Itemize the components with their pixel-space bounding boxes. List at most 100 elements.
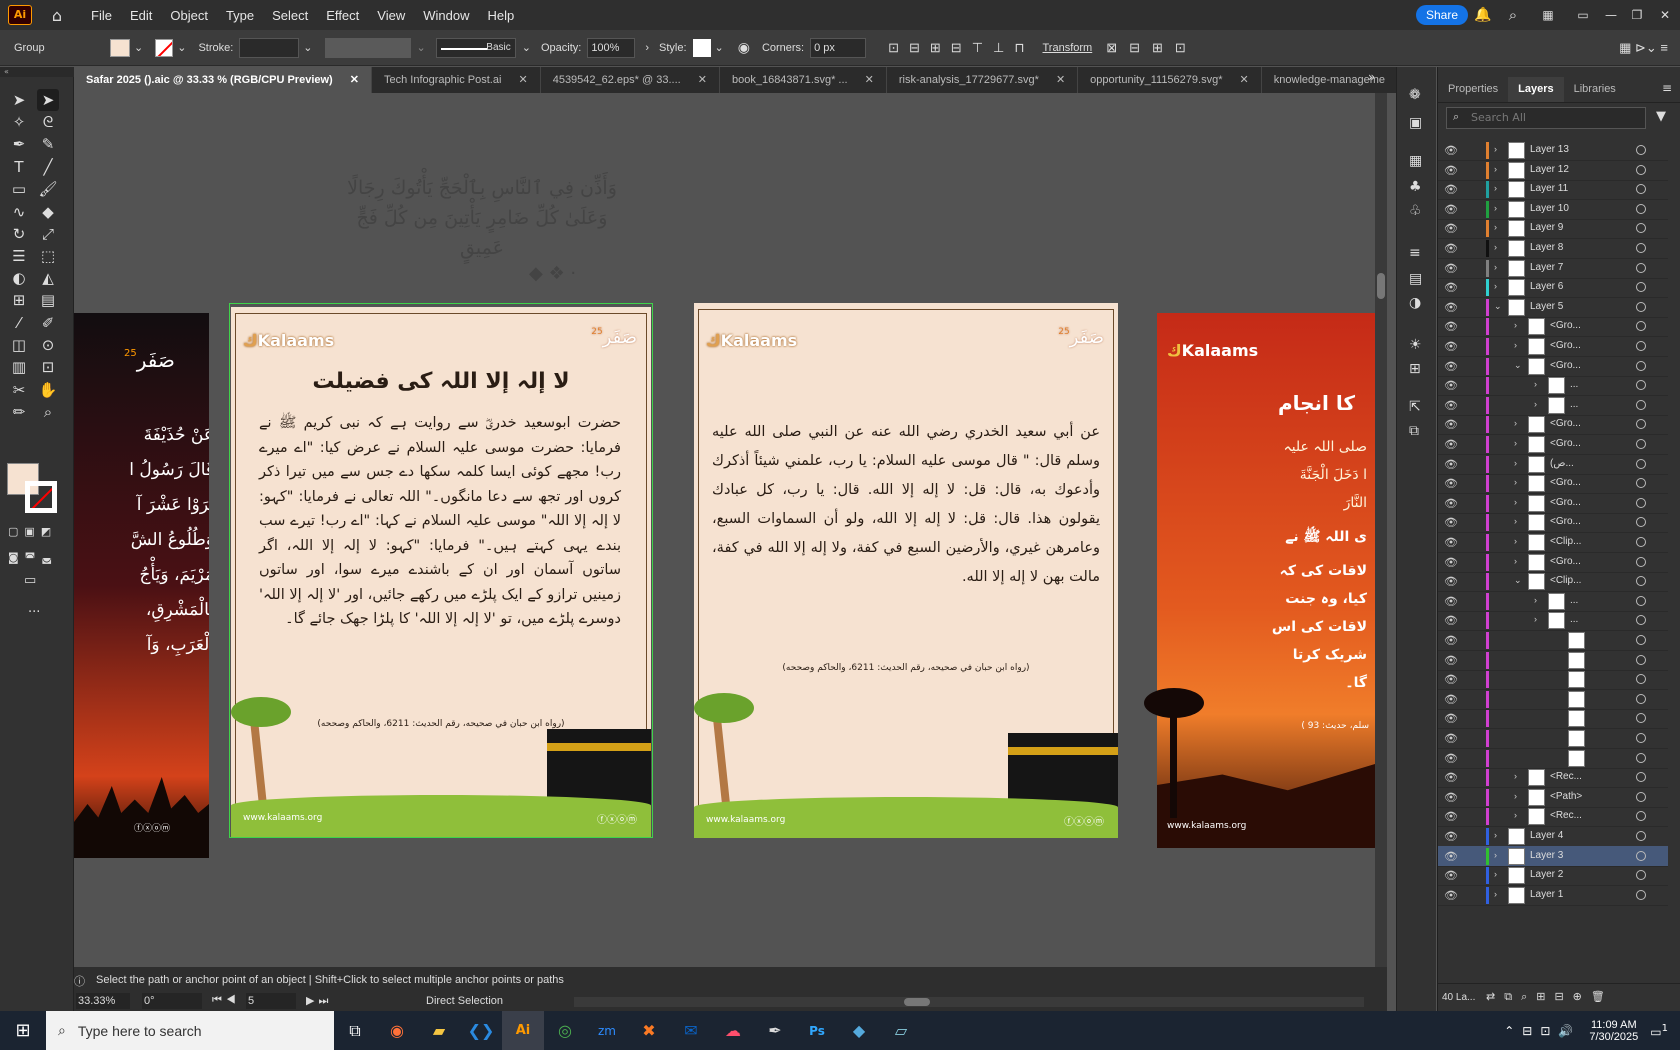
free-transform-icon[interactable]: ⬚ bbox=[37, 245, 59, 267]
visibility-eye-icon[interactable]: 👁 bbox=[1444, 673, 1458, 686]
magic-wand-icon[interactable]: ✧ bbox=[8, 111, 30, 133]
artboard-field[interactable]: 5 bbox=[246, 993, 296, 1009]
target-circle-icon[interactable] bbox=[1636, 595, 1646, 606]
document-tab[interactable]: 4539542_62.eps* @ 33.... ✕ bbox=[541, 67, 720, 93]
layer-row[interactable]: 👁 › <Path> bbox=[1438, 787, 1668, 808]
stroke-swatch[interactable] bbox=[155, 38, 174, 57]
chevron-down-icon[interactable]: ⌄ bbox=[134, 41, 143, 54]
target-circle-icon[interactable] bbox=[1636, 517, 1646, 528]
visibility-eye-icon[interactable]: 👁 bbox=[1444, 144, 1458, 157]
layer-row[interactable]: 👁 bbox=[1438, 669, 1668, 691]
layer-row[interactable]: 👁 › <Gro... bbox=[1438, 336, 1668, 357]
chevron-right-icon[interactable]: › bbox=[1494, 144, 1497, 154]
artboard-nav-icons[interactable]: ⏮◀ bbox=[212, 994, 240, 1007]
xampp-icon[interactable]: ✖ bbox=[628, 1011, 670, 1050]
visibility-eye-icon[interactable]: 👁 bbox=[1444, 771, 1458, 784]
chevron-right-icon[interactable]: › bbox=[1494, 850, 1497, 860]
layer-footer-icons[interactable]: ⇄⧉⌕⊞⊟⊕🗑 bbox=[1486, 990, 1614, 1004]
target-circle-icon[interactable] bbox=[1636, 380, 1646, 391]
variable-width[interactable] bbox=[324, 37, 411, 58]
target-circle-icon[interactable] bbox=[1636, 439, 1646, 449]
layer-row[interactable]: 👁 ⌄ Layer 5 bbox=[1438, 297, 1668, 318]
layer-row[interactable]: 👁 › Layer 10 bbox=[1438, 199, 1668, 220]
target-circle-icon[interactable] bbox=[1636, 223, 1646, 234]
hand-tool-icon[interactable]: ✋ bbox=[37, 379, 59, 401]
align-icons[interactable]: ⊡⊟⊞⊟⊤⊥⊓ bbox=[888, 40, 1034, 56]
target-circle-icon[interactable] bbox=[1636, 752, 1646, 763]
gradient-panel-icon[interactable]: ▤ bbox=[1409, 271, 1422, 287]
close-tab-icon[interactable]: ✕ bbox=[1053, 74, 1065, 86]
chevron-right-icon[interactable]: › bbox=[1494, 203, 1497, 213]
visibility-eye-icon[interactable]: 👁 bbox=[1444, 732, 1458, 745]
pen-tool-icon[interactable]: ✒ bbox=[8, 133, 30, 155]
document-tab[interactable]: Safar 2025 ().aic @ 33.33 % (RGB/CPU Pre… bbox=[74, 67, 373, 93]
transparency-icon[interactable]: ◑ bbox=[1409, 295, 1421, 311]
stroke-weight-input[interactable] bbox=[239, 37, 300, 58]
workspace-icon[interactable]: ▦ bbox=[1528, 8, 1568, 22]
shape-builder-icon[interactable]: ◐ bbox=[8, 267, 30, 289]
layer-row[interactable]: 👁 › Layer 9 bbox=[1438, 218, 1668, 240]
chevron-right-icon[interactable]: › bbox=[1514, 320, 1517, 330]
target-circle-icon[interactable] bbox=[1636, 811, 1646, 822]
graphic-styles-icon[interactable]: ♧ bbox=[1409, 203, 1422, 219]
align-panel-icon[interactable]: ⊞ bbox=[1409, 361, 1421, 377]
visibility-eye-icon[interactable]: 👁 bbox=[1444, 281, 1458, 294]
target-circle-icon[interactable] bbox=[1636, 145, 1646, 155]
horizontal-scrollbar[interactable] bbox=[574, 997, 1364, 1007]
photoshop-icon[interactable]: Ps bbox=[796, 1011, 838, 1050]
close-tab-icon[interactable]: ✕ bbox=[862, 74, 874, 86]
layer-row[interactable]: 👁 › Layer 2 bbox=[1438, 865, 1668, 887]
close-tab-icon[interactable]: ✕ bbox=[515, 74, 527, 86]
outlook-icon[interactable]: ✉ bbox=[670, 1011, 712, 1050]
chevron-right-icon[interactable]: › bbox=[1494, 869, 1497, 879]
visibility-eye-icon[interactable]: 👁 bbox=[1444, 340, 1458, 353]
chevron-right-icon[interactable]: › bbox=[1534, 399, 1537, 409]
home-icon[interactable]: ⌂ bbox=[42, 6, 72, 25]
chevron-right-icon[interactable]: › bbox=[1514, 418, 1517, 428]
layer-row[interactable]: 👁 bbox=[1438, 708, 1668, 730]
target-circle-icon[interactable] bbox=[1636, 713, 1646, 724]
target-circle-icon[interactable] bbox=[1636, 850, 1646, 861]
panel-tab-layers[interactable]: Layers bbox=[1508, 77, 1564, 102]
target-circle-icon[interactable] bbox=[1636, 733, 1646, 743]
chevron-right-icon[interactable]: › bbox=[1514, 340, 1517, 350]
clock[interactable]: 11:09 AM 7/30/2025 bbox=[1589, 1019, 1638, 1043]
minimize-icon[interactable]: — bbox=[1598, 8, 1624, 22]
canvas[interactable]: وَأَذِّن فِي ٱلنَّاسِ بِٱلْحَجِّ يَأْتُو… bbox=[74, 93, 1375, 967]
line-tool-icon[interactable]: ╱ bbox=[37, 156, 59, 178]
brushes-icon[interactable]: ▦ bbox=[1409, 153, 1422, 169]
chevron-right-icon[interactable]: › bbox=[1514, 477, 1517, 487]
chevron-right-icon[interactable]: › bbox=[1494, 222, 1497, 232]
gradient-icon[interactable]: ▤ bbox=[37, 289, 59, 311]
visibility-eye-icon[interactable]: 👁 bbox=[1444, 595, 1458, 608]
visibility-eye-icon[interactable]: 👁 bbox=[1444, 712, 1458, 725]
target-circle-icon[interactable] bbox=[1636, 772, 1646, 783]
layer-row[interactable]: 👁 › <Rec... bbox=[1438, 767, 1668, 789]
layer-row[interactable]: 👁 ›... bbox=[1438, 610, 1668, 632]
windows-start-icon[interactable]: ⊞ bbox=[0, 1011, 46, 1050]
visibility-eye-icon[interactable]: 👁 bbox=[1444, 438, 1458, 451]
target-circle-icon[interactable] bbox=[1636, 243, 1646, 253]
app-diamond-icon[interactable]: ◆ bbox=[838, 1011, 880, 1050]
visibility-eye-icon[interactable]: 👁 bbox=[1444, 301, 1458, 314]
close-icon[interactable]: ✕ bbox=[1650, 8, 1680, 22]
layer-row[interactable]: 👁 ⌄ <Gro... bbox=[1438, 356, 1668, 377]
screen-mode-icon[interactable]: ▭ bbox=[24, 573, 36, 588]
zoom-tool-icon[interactable]: ⌕ bbox=[37, 401, 59, 423]
artboard-nav-next-icons[interactable]: ▶⏭ bbox=[306, 994, 332, 1008]
direct-selection-tool-icon[interactable]: ➤ bbox=[37, 89, 59, 111]
target-circle-icon[interactable] bbox=[1636, 615, 1646, 626]
artboards-panel-icon[interactable]: ⧉ bbox=[1409, 423, 1419, 439]
panel-tab-properties[interactable]: Properties bbox=[1438, 77, 1508, 102]
visibility-eye-icon[interactable]: 👁 bbox=[1444, 458, 1458, 471]
isolate-icons[interactable]: ⊠⊟⊞⊡ bbox=[1106, 40, 1198, 56]
app-notepad-icon[interactable]: ▱ bbox=[880, 1011, 922, 1050]
layer-row[interactable]: 👁 › (ص... bbox=[1438, 454, 1668, 475]
zoom-field[interactable]: 33.33% bbox=[76, 993, 130, 1009]
symbol-sprayer-icon[interactable]: ⊙ bbox=[37, 334, 59, 356]
target-circle-icon[interactable] bbox=[1636, 654, 1646, 665]
chevron-right-icon[interactable]: › bbox=[1514, 791, 1517, 801]
target-circle-icon[interactable] bbox=[1636, 360, 1646, 371]
task-view-icon[interactable]: ⧉ bbox=[334, 1011, 376, 1050]
visibility-eye-icon[interactable]: 👁 bbox=[1444, 634, 1458, 647]
